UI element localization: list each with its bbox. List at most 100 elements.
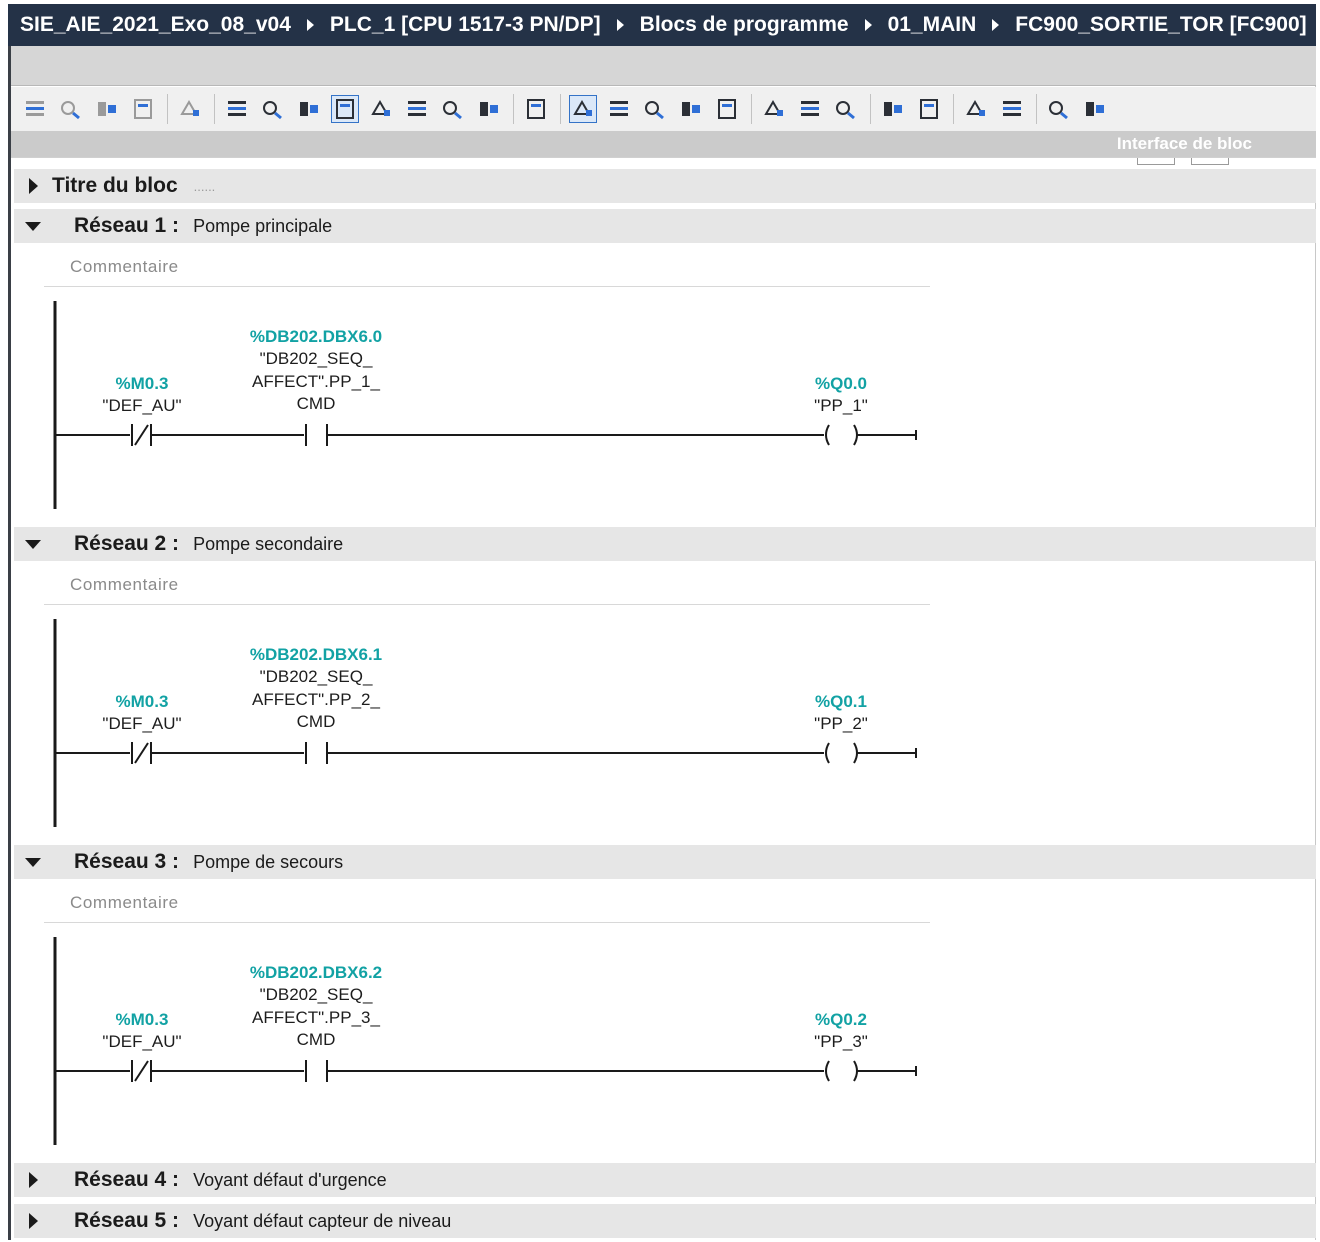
- network-toggle[interactable]: [18, 209, 48, 243]
- show-favorites-icon[interactable]: [259, 95, 287, 123]
- goto-icon[interactable]: [641, 95, 669, 123]
- mark-icon[interactable]: [832, 95, 860, 123]
- no-contact[interactable]: [305, 424, 328, 446]
- collapse-icon: [25, 221, 41, 231]
- delete-network-icon[interactable]: [57, 95, 85, 123]
- jump-next-error-icon[interactable]: [605, 95, 633, 123]
- breadcrumb-folder[interactable]: 01_MAIN: [888, 13, 977, 37]
- network-comment[interactable]: Commentaire: [44, 565, 930, 605]
- network-subtitle[interactable]: Pompe de secours: [193, 852, 343, 873]
- add-row-icon[interactable]: [129, 95, 157, 123]
- network-subtitle[interactable]: Voyant défaut d'urgence: [193, 1170, 387, 1191]
- network-header[interactable]: Réseau 1 : Pompe principale: [14, 209, 1316, 243]
- output-coil[interactable]: [825, 424, 858, 446]
- network-title: Réseau 4 :: [74, 1168, 180, 1191]
- no-contact-symbol-line3[interactable]: CMD: [297, 712, 336, 731]
- insert-network-icon[interactable]: [21, 95, 49, 123]
- operand-display-icon[interactable]: [439, 95, 467, 123]
- nc-contact[interactable]: [131, 424, 152, 446]
- network-subtitle[interactable]: Pompe secondaire: [193, 534, 343, 555]
- network-header[interactable]: Réseau 5 : Voyant défaut capteur de nivea…: [14, 1204, 1316, 1238]
- network-toggle[interactable]: [18, 527, 48, 561]
- nc-contact-address[interactable]: %M0.3: [116, 1010, 169, 1029]
- splitter-up-tab[interactable]: [1137, 158, 1175, 165]
- network-toggle[interactable]: [18, 845, 48, 879]
- coil-symbol[interactable]: "PP_3": [814, 1032, 868, 1051]
- expand-icon: [28, 1172, 38, 1188]
- no-contact-symbol-line3[interactable]: CMD: [297, 394, 336, 413]
- network-comment[interactable]: Commentaire: [44, 883, 930, 923]
- no-contact-address[interactable]: %DB202.DBX6.0: [250, 327, 382, 346]
- no-contact-symbol-line2[interactable]: AFFECT".PP_2_: [252, 690, 380, 709]
- network-header[interactable]: Réseau 2 : Pompe secondaire: [14, 527, 1316, 561]
- jump-previous-error-icon[interactable]: [569, 95, 597, 123]
- monitor-all-icon[interactable]: [1045, 95, 1073, 123]
- interface-splitter[interactable]: [11, 157, 1316, 169]
- network-comment[interactable]: Commentaire: [44, 247, 930, 287]
- coil-address[interactable]: %Q0.1: [815, 692, 867, 711]
- network-toggle[interactable]: [18, 1163, 48, 1197]
- breadcrumb-program-blocks[interactable]: Blocs de programme: [640, 13, 849, 37]
- nc-contact-symbol[interactable]: "DEF_AU": [102, 1032, 181, 1051]
- network-subtitle[interactable]: Voyant défaut capteur de niveau: [193, 1211, 451, 1232]
- coil-address[interactable]: %Q0.0: [815, 374, 867, 393]
- nc-contact-symbol[interactable]: "DEF_AU": [102, 396, 181, 415]
- toolbar-separator: [513, 94, 514, 124]
- chevron-right-icon: [616, 19, 624, 31]
- block-interface-bar[interactable]: Interface de bloc: [11, 131, 1316, 157]
- no-contact-symbol-line1[interactable]: "DB202_SEQ_: [260, 349, 373, 368]
- no-contact-symbol-line2[interactable]: AFFECT".PP_3_: [252, 1008, 380, 1027]
- compare-icon[interactable]: [713, 95, 741, 123]
- no-contact[interactable]: [305, 742, 328, 764]
- no-contact-symbol-line1[interactable]: "DB202_SEQ_: [260, 667, 373, 686]
- coil-symbol[interactable]: "PP_2": [814, 714, 868, 733]
- breadcrumb-block[interactable]: FC900_SORTIE_TOR [FC900]: [1015, 13, 1306, 37]
- block-title-header[interactable]: Titre du bloc ......: [14, 169, 1316, 203]
- insert-row-icon[interactable]: [93, 95, 121, 123]
- coil-symbol[interactable]: "PP_1": [814, 396, 868, 415]
- no-contact-address[interactable]: %DB202.DBX6.2: [250, 963, 382, 982]
- monitor-icon[interactable]: [760, 95, 788, 123]
- network-header[interactable]: Réseau 3 : Pompe de secours: [14, 845, 1316, 879]
- breadcrumb-plc[interactable]: PLC_1 [CPU 1517-3 PN/DP]: [330, 13, 601, 37]
- collapse-networks-icon[interactable]: [403, 95, 431, 123]
- comments-toggle-icon[interactable]: [331, 95, 359, 123]
- reset-start-values-icon[interactable]: [176, 95, 204, 123]
- block-title-placeholder[interactable]: ......: [194, 179, 216, 194]
- networks-overview-icon[interactable]: [295, 95, 323, 123]
- absolute-operand-icon[interactable]: [223, 95, 251, 123]
- no-contact[interactable]: [305, 1060, 328, 1082]
- expand-icon: [28, 178, 38, 194]
- no-contact-symbol-line2[interactable]: AFFECT".PP_1_: [252, 372, 380, 391]
- monitoring-icon[interactable]: [998, 95, 1026, 123]
- prev-bookmark-icon[interactable]: [915, 95, 943, 123]
- editor-header-band: [11, 46, 1316, 86]
- coil-address[interactable]: %Q0.2: [815, 1010, 867, 1029]
- highlight-icon[interactable]: [522, 95, 550, 123]
- no-contact-symbol-line3[interactable]: CMD: [297, 1030, 336, 1049]
- nc-contact-address[interactable]: %M0.3: [116, 692, 169, 711]
- nc-contact-symbol[interactable]: "DEF_AU": [102, 714, 181, 733]
- snapshot-icon[interactable]: [1081, 95, 1109, 123]
- expand-networks-icon[interactable]: [367, 95, 395, 123]
- no-contact-address[interactable]: %DB202.DBX6.1: [250, 645, 382, 664]
- next-bookmark-icon[interactable]: [962, 95, 990, 123]
- nc-contact[interactable]: [131, 742, 152, 764]
- output-coil[interactable]: [825, 1060, 858, 1082]
- nc-contact-address[interactable]: %M0.3: [116, 374, 169, 393]
- no-contact-symbol-line1[interactable]: "DB202_SEQ_: [260, 985, 373, 1004]
- network-header[interactable]: Réseau 4 : Voyant défaut d'urgence: [14, 1163, 1316, 1197]
- unmark-icon[interactable]: [879, 95, 907, 123]
- network-subtitle[interactable]: Pompe principale: [193, 216, 332, 237]
- splitter-down-tab[interactable]: [1191, 158, 1229, 165]
- network-toggle[interactable]: [18, 1204, 48, 1238]
- go-back-icon[interactable]: [796, 95, 824, 123]
- output-coil[interactable]: [825, 742, 858, 764]
- show-tags-icon[interactable]: [475, 95, 503, 123]
- block-interface-label[interactable]: Interface de bloc: [1117, 134, 1252, 154]
- block-title-toggle[interactable]: [18, 169, 48, 203]
- ladder-rung: %M0.3 "DEF_AU" %DB202.DBX6.0 "DB202_SEQ_…: [44, 301, 934, 511]
- nc-contact[interactable]: [131, 1060, 152, 1082]
- update-calls-icon[interactable]: [677, 95, 705, 123]
- breadcrumb-project[interactable]: SIE_AIE_2021_Exo_08_v04: [20, 13, 291, 37]
